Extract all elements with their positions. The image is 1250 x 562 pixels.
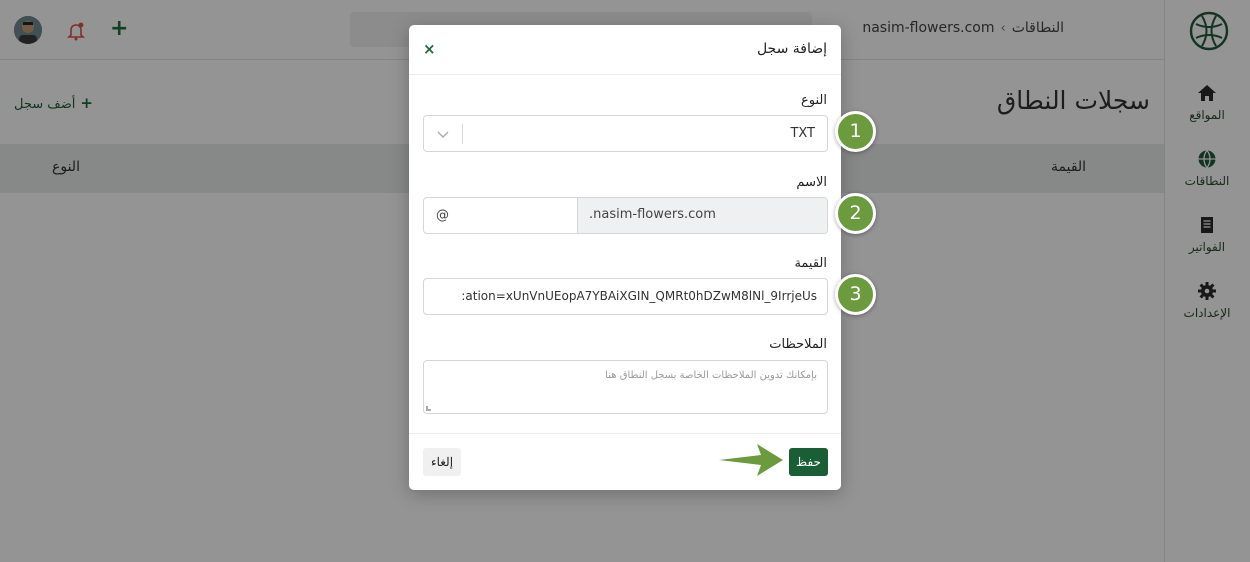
domain-suffix-text: .nasim-flowers.com bbox=[589, 207, 716, 222]
record-type-value: TXT bbox=[790, 126, 815, 141]
close-icon[interactable]: × bbox=[423, 40, 436, 58]
name-field-group: .nasim-flowers.com bbox=[423, 197, 828, 234]
modal-title: إضافة سجل bbox=[756, 41, 827, 57]
record-type-select[interactable]: TXT bbox=[423, 115, 828, 152]
select-divider bbox=[462, 124, 463, 144]
notes-placeholder: بإمكانك تدوين الملاحظات الخاصة بسجل النط… bbox=[605, 370, 817, 381]
name-input[interactable] bbox=[424, 198, 578, 233]
value-input[interactable]: :ation=xUnVnUEopA7YBAiXGIN_QMRt0hDZwM8lN… bbox=[423, 278, 828, 315]
callout-2: 2 bbox=[835, 193, 876, 234]
save-button[interactable]: حفظ bbox=[789, 448, 828, 476]
callout-1: 1 bbox=[835, 111, 876, 152]
modal-header: إضافة سجل × bbox=[409, 25, 841, 75]
value-input-text: :ation=xUnVnUEopA7YBAiXGIN_QMRt0hDZwM8lN… bbox=[461, 289, 817, 303]
cancel-button[interactable]: إلغاء bbox=[423, 448, 461, 476]
add-record-modal: إضافة سجل × النوع TXT الاسم .nasim-flowe… bbox=[409, 25, 841, 490]
notes-label: الملاحظات bbox=[769, 337, 827, 352]
callout-3: 3 bbox=[835, 274, 876, 315]
chevron-down-icon bbox=[437, 131, 449, 138]
notes-textarea[interactable]: بإمكانك تدوين الملاحظات الخاصة بسجل النط… bbox=[423, 360, 828, 414]
domain-suffix: .nasim-flowers.com bbox=[577, 198, 827, 233]
value-label: القيمة bbox=[794, 256, 827, 271]
type-label: النوع bbox=[801, 93, 827, 108]
arrow-right-icon bbox=[719, 444, 783, 476]
name-label: الاسم bbox=[796, 175, 827, 190]
resize-grip-icon[interactable] bbox=[426, 406, 431, 411]
